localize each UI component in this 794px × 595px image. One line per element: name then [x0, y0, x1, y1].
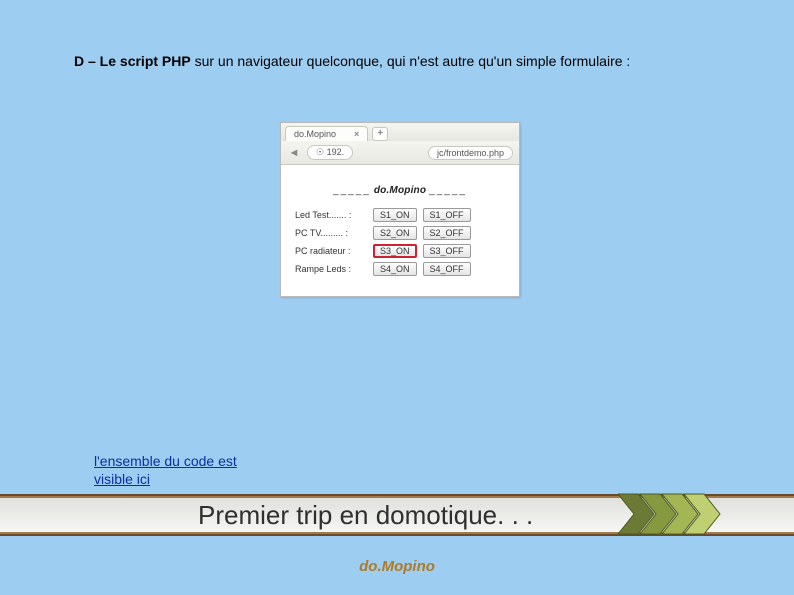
section-heading: D – Le script PHP sur un navigateur quel… — [74, 52, 674, 71]
code-link-anchor[interactable]: l'ensemble du code est visible ici — [94, 453, 237, 487]
row-label: Led Test....... : — [295, 210, 367, 220]
code-link-line2: visible ici — [94, 471, 150, 487]
code-link[interactable]: l'ensemble du code est visible ici — [94, 452, 237, 488]
browser-tabbar: do.Mopino × + — [281, 123, 519, 141]
row-label: PC radiateur : — [295, 246, 367, 256]
code-link-line1: l'ensemble du code est — [94, 453, 237, 469]
heading-bold: D – Le script PHP — [74, 53, 191, 69]
band-text: Premier trip en domotique. . . — [198, 500, 533, 531]
form-rows: Led Test....... : S1_ON S1_OFF PC TV.......… — [291, 206, 509, 278]
row-label: PC TV......... : — [295, 228, 367, 238]
title-deco-right: _____ — [429, 185, 467, 196]
browser-screenshot: do.Mopino × + ◄ ☉ 192. jc/frontdemo.php … — [280, 122, 520, 297]
form-row: PC radiateur : S3_ON S3_OFF — [291, 242, 509, 260]
off-button[interactable]: S3_OFF — [423, 244, 471, 258]
page-body: _____ do.Mopino _____ Led Test....... : S… — [281, 165, 519, 296]
browser-addressbar: ◄ ☉ 192. jc/frontdemo.php — [281, 141, 519, 165]
off-button[interactable]: S1_OFF — [423, 208, 471, 222]
heading-rest: sur un navigateur quelconque, qui n'est … — [191, 53, 631, 69]
form-row: Led Test....... : S1_ON S1_OFF — [291, 206, 509, 224]
tab-title: do.Mopino — [294, 129, 336, 139]
browser-tab[interactable]: do.Mopino × — [285, 126, 368, 141]
row-label: Rampe Leds : — [295, 264, 367, 274]
plus-icon: + — [377, 128, 383, 139]
url-path: jc/frontdemo.php — [437, 148, 504, 158]
off-button[interactable]: S2_OFF — [423, 226, 471, 240]
page-title: _____ do.Mopino _____ — [291, 179, 509, 206]
url-right[interactable]: jc/frontdemo.php — [428, 146, 513, 160]
on-button[interactable]: S1_ON — [373, 208, 417, 222]
url-ip: ☉ 192. — [316, 147, 344, 158]
form-row: PC TV......... : S2_ON S2_OFF — [291, 224, 509, 242]
new-tab-button[interactable]: + — [372, 127, 388, 141]
close-icon[interactable]: × — [354, 129, 359, 139]
chevrons-svg — [618, 488, 758, 540]
back-icon[interactable]: ◄ — [287, 146, 301, 160]
url-left[interactable]: ☉ 192. — [307, 145, 353, 160]
chevron-graphic — [618, 488, 758, 540]
title-brand: do.Mopino — [374, 185, 426, 196]
title-deco-left: _____ — [333, 185, 371, 196]
footer-brand: do.Mopino — [0, 558, 794, 575]
on-button[interactable]: S4_ON — [373, 262, 417, 276]
back-glyph: ◄ — [289, 147, 300, 159]
off-button[interactable]: S4_OFF — [423, 262, 471, 276]
slide: D – Le script PHP sur un navigateur quel… — [0, 0, 794, 595]
on-button[interactable]: S3_ON — [373, 244, 417, 258]
form-row: Rampe Leds : S4_ON S4_OFF — [291, 260, 509, 278]
on-button[interactable]: S2_ON — [373, 226, 417, 240]
